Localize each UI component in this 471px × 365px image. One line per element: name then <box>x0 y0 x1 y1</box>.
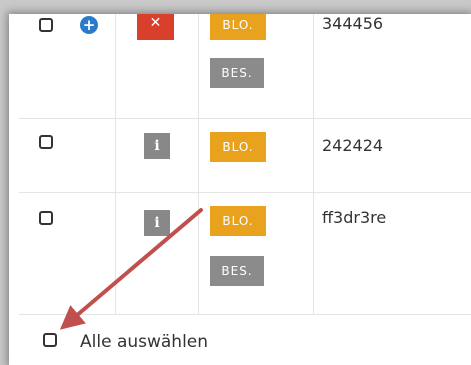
screenshot-panel: + ✕ BLO. BES. 344456 i BLO. 242424 i BLO… <box>9 14 471 365</box>
arrow-line <box>59 208 203 330</box>
annotation-arrow <box>59 208 203 330</box>
